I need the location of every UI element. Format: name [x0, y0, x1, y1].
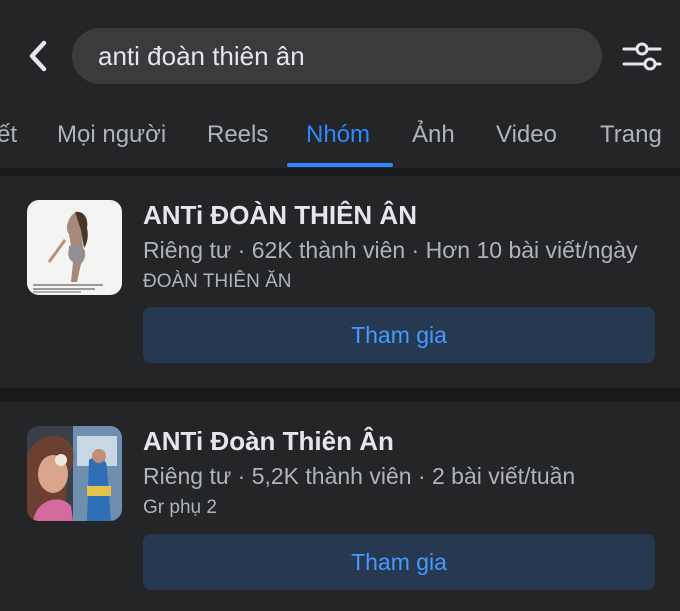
tab-reels[interactable]: Reels	[207, 108, 268, 166]
join-button[interactable]: Tham gia	[143, 307, 655, 363]
active-tab-indicator	[287, 163, 393, 167]
join-button[interactable]: Tham gia	[143, 534, 655, 590]
group-meta: Riêng tư · 5,2K thành viên · 2 bài viết/…	[143, 463, 576, 489]
group-meta: Riêng tư · 62K thành viên · Hơn 10 bài v…	[143, 237, 638, 263]
top-bar	[0, 0, 680, 108]
group-name[interactable]: ANTi Đoàn Thiên Ân	[143, 426, 394, 457]
chevron-left-icon	[29, 40, 47, 72]
group-thumbnail[interactable]	[27, 426, 122, 521]
sliders-icon	[622, 42, 662, 71]
tab-pages[interactable]: Trang	[600, 108, 662, 166]
tab-photos[interactable]: Ảnh	[412, 108, 455, 166]
tab-people[interactable]: Mọi người	[57, 108, 166, 166]
back-button[interactable]	[20, 38, 56, 74]
group-result-card[interactable]: ANTi ĐOÀN THIÊN ÂN Riêng tư · 62K thành …	[0, 176, 680, 388]
search-input[interactable]	[98, 40, 578, 72]
tab-videos[interactable]: Video	[496, 108, 557, 166]
divider	[0, 168, 680, 176]
tab-posts[interactable]: ết	[0, 108, 17, 166]
search-bar[interactable]	[72, 28, 602, 84]
filter-button[interactable]	[620, 38, 664, 74]
group-result-card[interactable]: ANTi Đoàn Thiên Ân Riêng tư · 5,2K thành…	[0, 402, 680, 611]
divider	[0, 388, 680, 402]
group-name[interactable]: ANTi ĐOÀN THIÊN ÂN	[143, 200, 417, 231]
group-subtitle: ĐOÀN THIÊN ĂN	[143, 271, 292, 292]
group-subtitle: Gr phụ 2	[143, 497, 217, 518]
group-thumbnail[interactable]	[27, 200, 122, 295]
search-filter-tabs: ết Mọi người Reels Nhóm Ảnh Video Trang	[0, 108, 680, 168]
tab-groups[interactable]: Nhóm	[306, 108, 370, 166]
